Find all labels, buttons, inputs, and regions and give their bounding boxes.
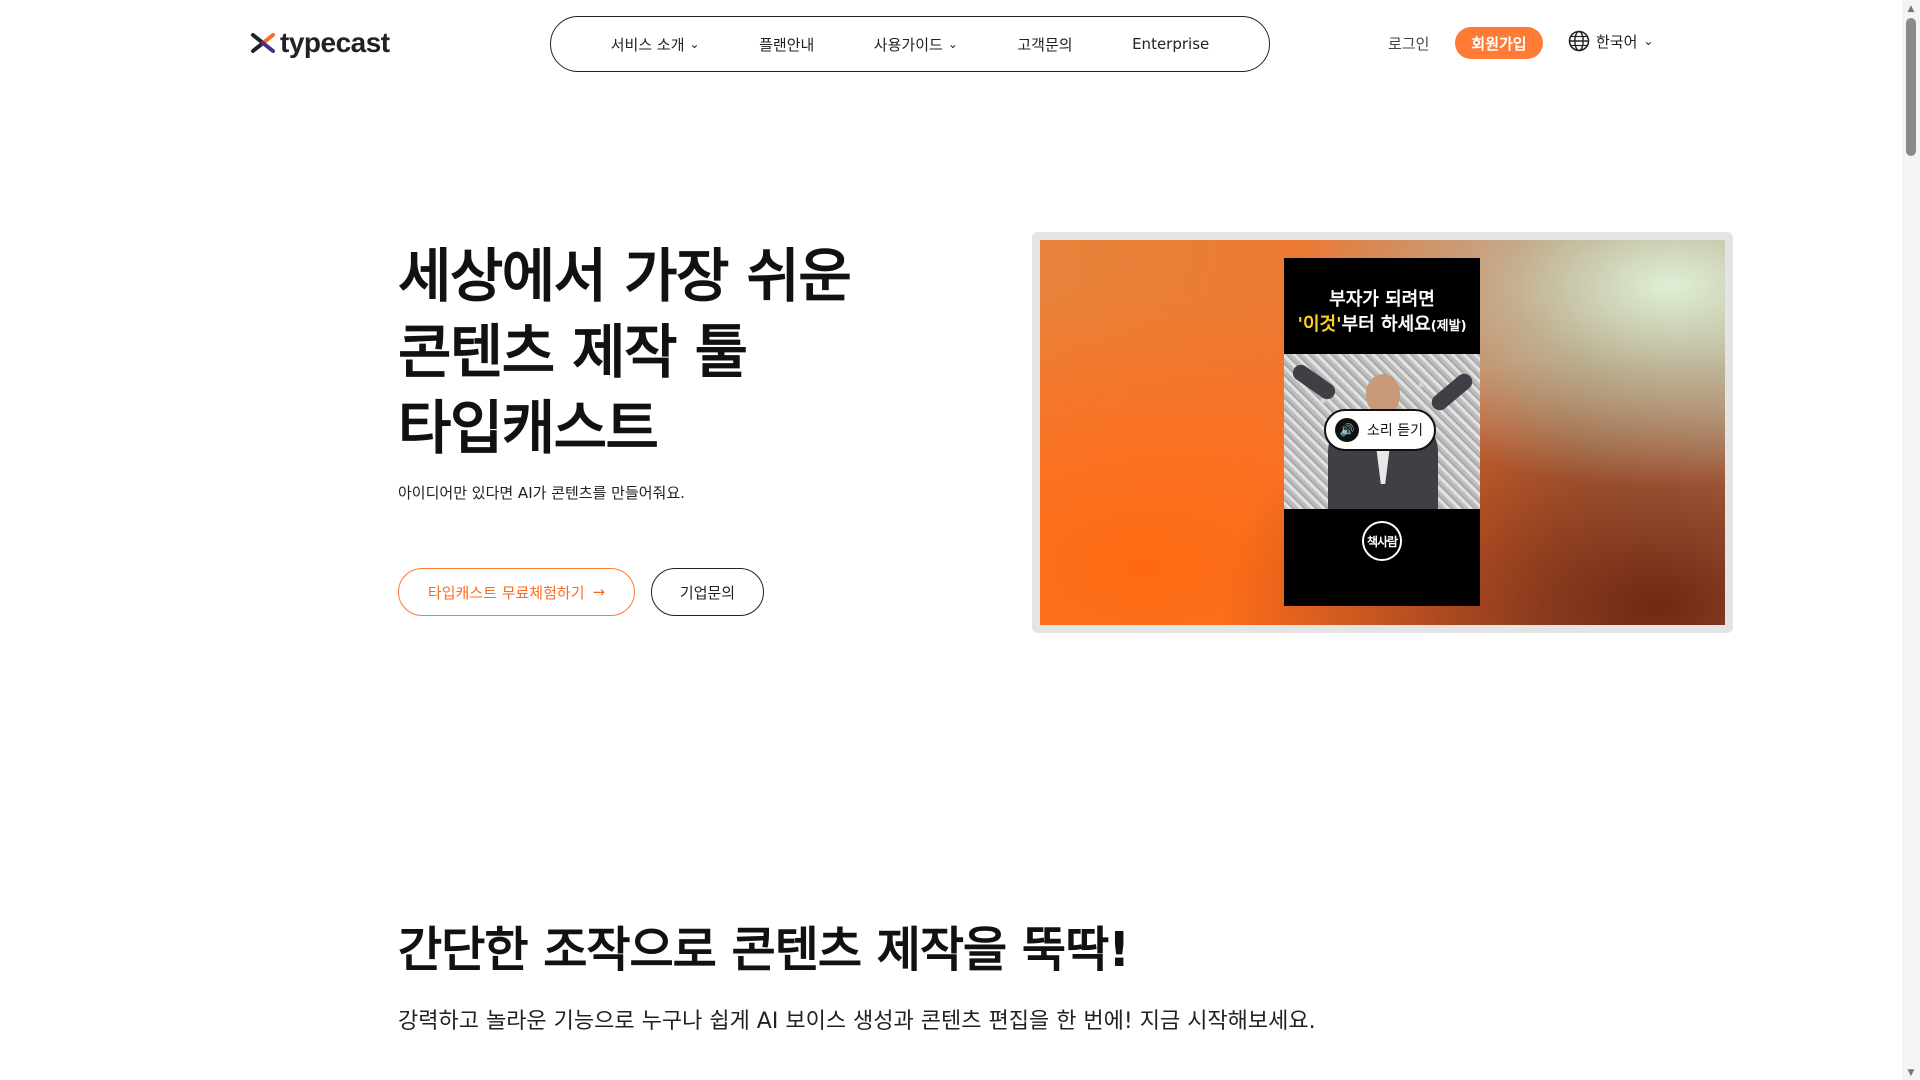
listen-sound-label: 소리 듣기	[1367, 423, 1423, 439]
language-label: 한국어	[1596, 32, 1638, 51]
nav-label: Enterprise	[1132, 35, 1210, 53]
speaker-icon: 🔊	[1335, 418, 1359, 442]
chevron-down-icon: ⌄	[947, 37, 958, 51]
video-caption: 부자가 되려면 '이것'부터 하세요(제발)	[1284, 288, 1480, 340]
hero-video[interactable]: 부자가 되려면 '이것'부터 하세요(제발) 🔊 소리 듣기 책사람	[1032, 232, 1733, 633]
nav-label: 사용가이드	[873, 35, 943, 54]
main-nav: 서비스 소개 ⌄ 플랜안내 사용가이드 ⌄ 고객문의 Enterprise	[550, 16, 1270, 72]
logo-text: typecast	[280, 27, 390, 58]
free-trial-button[interactable]: 타입캐스트 무료체험하기 →	[398, 568, 635, 616]
person-head	[1366, 374, 1400, 414]
listen-sound-button[interactable]: 🔊 소리 듣기	[1324, 409, 1436, 451]
chevron-down-icon: ⌄	[1643, 34, 1654, 48]
typecast-logo[interactable]: typecast	[250, 26, 390, 60]
language-selector[interactable]: 한국어 ⌄	[1568, 30, 1653, 52]
hero-title-line: 타입캐스트	[398, 394, 659, 462]
scrollbar-thumb[interactable]	[1906, 18, 1916, 156]
scroll-down-arrow-icon[interactable]: ▼	[1906, 1068, 1916, 1078]
nav-item-enterprise[interactable]: Enterprise	[1132, 35, 1209, 53]
caption-highlight: '이것'	[1297, 314, 1342, 335]
caption-rest: 부터 하세요	[1341, 314, 1431, 335]
person-arm	[1428, 370, 1476, 414]
person-arm	[1289, 361, 1339, 403]
page-scrollbar[interactable]: ▲ ▼	[1902, 0, 1920, 1080]
hero-title-line: 콘텐츠 제작 툴	[398, 318, 748, 386]
arrow-right-icon: →	[592, 583, 606, 601]
logo-mark-icon	[251, 33, 275, 53]
hero-subtitle: 아이디어만 있다면 AI가 콘텐츠를 만들어줘요.	[398, 484, 685, 502]
hero-title-line: 세상에서 가장 쉬운	[398, 242, 852, 310]
caption-line2: '이것'부터 하세요(제발)	[1284, 312, 1480, 340]
signup-button[interactable]: 회원가입	[1455, 27, 1543, 59]
nav-item-guide[interactable]: 사용가이드 ⌄	[874, 34, 958, 55]
caption-small: (제발)	[1430, 319, 1467, 334]
nav-label: 서비스 소개	[610, 35, 685, 54]
section-subtitle: 강력하고 놀라운 기능으로 누구나 쉽게 AI 보이스 생성과 콘텐츠 편집을 …	[398, 1009, 1316, 1034]
business-inquiry-button[interactable]: 기업문의	[651, 568, 764, 616]
section-title: 간단한 조작으로 콘텐츠 제작을 뚝딱!	[398, 922, 1130, 978]
login-link[interactable]: 로그인	[1388, 33, 1429, 54]
globe-icon	[1568, 30, 1590, 52]
video-background: 부자가 되려면 '이것'부터 하세요(제발) 🔊 소리 듣기 책사람	[1040, 240, 1725, 625]
channel-badge: 책사람	[1362, 521, 1402, 561]
free-trial-label: 타입캐스트 무료체험하기	[427, 583, 585, 602]
caption-line1: 부자가 되려면	[1329, 289, 1435, 310]
nav-item-services[interactable]: 서비스 소개 ⌄	[611, 34, 700, 55]
scroll-up-arrow-icon[interactable]: ▲	[1906, 4, 1916, 14]
nav-item-plans[interactable]: 플랜안내	[759, 34, 814, 55]
chevron-down-icon: ⌄	[689, 37, 700, 51]
hero-title: 세상에서 가장 쉬운 콘텐츠 제작 툴 타입캐스트	[398, 238, 918, 466]
nav-label: 플랜안내	[759, 35, 815, 54]
nav-label: 고객문의	[1017, 35, 1073, 54]
short-video-preview: 부자가 되려면 '이것'부터 하세요(제발) 🔊 소리 듣기 책사람	[1284, 258, 1480, 606]
nav-item-support[interactable]: 고객문의	[1017, 34, 1072, 55]
